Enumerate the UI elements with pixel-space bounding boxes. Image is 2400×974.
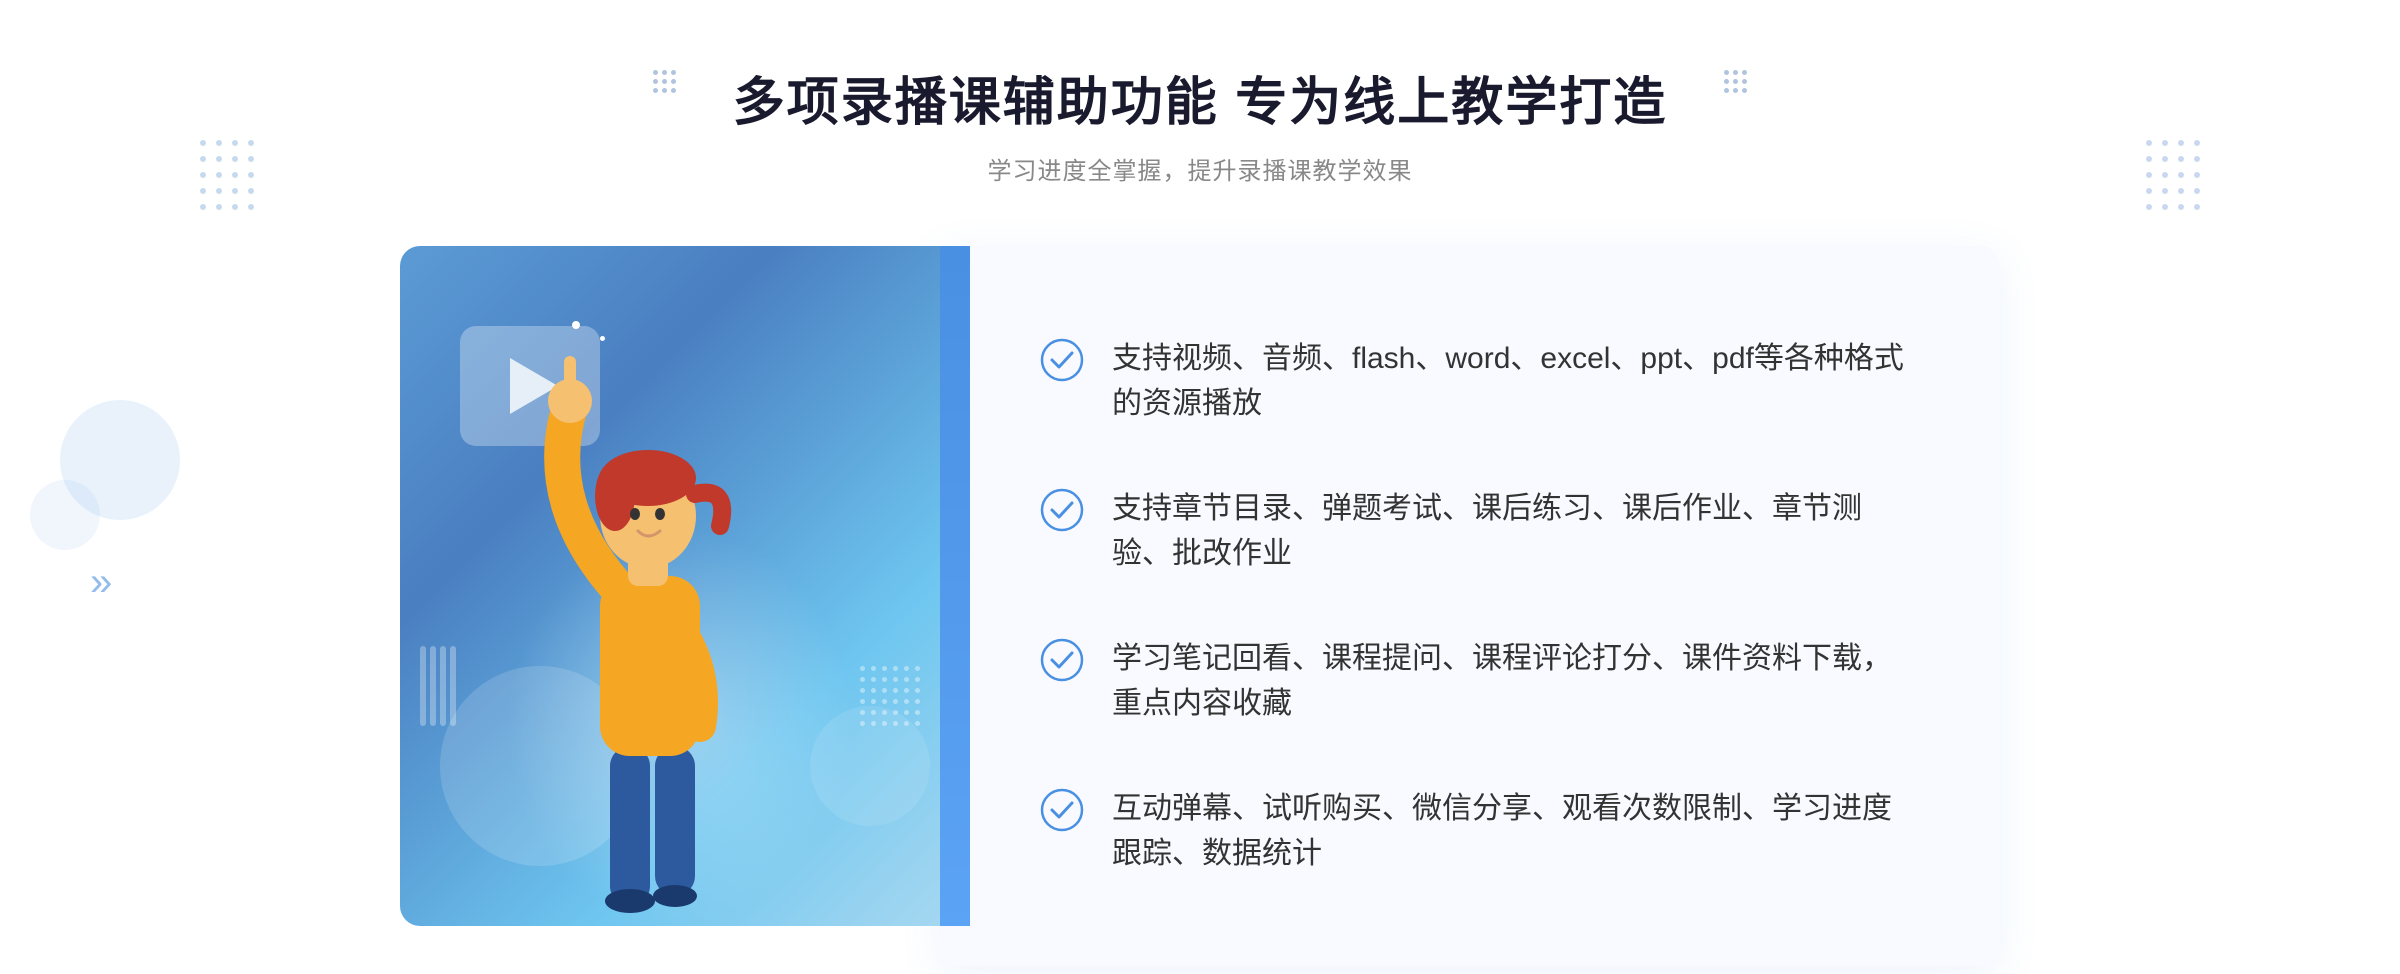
check-icon-4 — [1040, 788, 1084, 832]
content-area: 支持视频、音频、flash、word、excel、ppt、pdf等各种格式的资源… — [400, 246, 2000, 966]
header-dots-right — [1724, 70, 1747, 93]
illustration-card — [400, 246, 960, 926]
feature-item-3: 学习笔记回看、课程提问、课程评论打分、课件资料下载，重点内容收藏 — [1040, 616, 1920, 746]
check-icon-3 — [1040, 638, 1084, 682]
page-title: 多项录播课辅助功能 专为线上教学打造 — [733, 60, 1667, 135]
feature-item-2: 支持章节目录、弹题考试、课后练习、课后作业、章节测验、批改作业 — [1040, 466, 1920, 596]
person-illustration — [480, 326, 820, 926]
header-section: 多项录播课辅助功能 专为线上教学打造 学习进度全掌握，提升录播课教学效果 — [733, 60, 1667, 186]
feature-text-1: 支持视频、音频、flash、word、excel、ppt、pdf等各种格式的资源… — [1112, 336, 1920, 426]
feature-text-2: 支持章节目录、弹题考试、课后练习、课后作业、章节测验、批改作业 — [1112, 486, 1920, 576]
page-subtitle: 学习进度全掌握，提升录播课教学效果 — [733, 151, 1667, 186]
feature-text-3: 学习笔记回看、课程提问、课程评论打分、课件资料下载，重点内容收藏 — [1112, 636, 1920, 726]
blue-accent-bar — [940, 246, 970, 926]
bg-dots-top-right — [2146, 140, 2200, 210]
feature-item-1: 支持视频、音频、flash、word、excel、ppt、pdf等各种格式的资源… — [1040, 316, 1920, 446]
header-dots-left — [653, 70, 676, 93]
check-icon-2 — [1040, 488, 1084, 532]
bg-dots-top-left — [200, 140, 254, 210]
chevron-left-icon: » — [90, 560, 112, 605]
feature-text-4: 互动弹幕、试听购买、微信分享、观看次数限制、学习进度跟踪、数据统计 — [1112, 786, 1920, 876]
feature-item-4: 互动弹幕、试听购买、微信分享、观看次数限制、学习进度跟踪、数据统计 — [1040, 766, 1920, 896]
page-wrapper: » 多项录播课辅助功能 专为线上教学打造 学习进度全掌握，提升录播课教学效果 — [0, 0, 2400, 974]
check-icon-1 — [1040, 338, 1084, 382]
ill-stripes — [420, 646, 456, 726]
features-panel: 支持视频、音频、flash、word、excel、ppt、pdf等各种格式的资源… — [940, 246, 2000, 966]
